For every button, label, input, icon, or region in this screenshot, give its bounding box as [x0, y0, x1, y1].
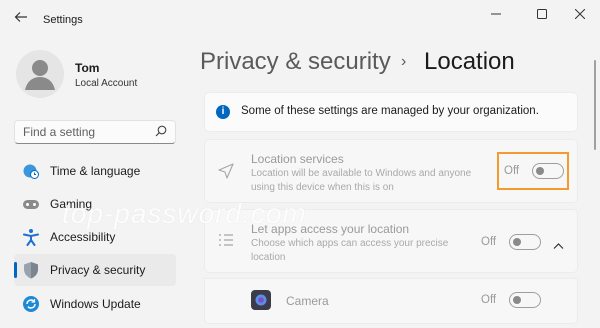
sync-icon [22, 295, 40, 313]
camera-title: Camera [286, 294, 329, 308]
info-icon: i [216, 105, 230, 119]
location-services-title: Location services [251, 152, 344, 166]
accessibility-icon [22, 228, 40, 246]
title-bar [0, 0, 600, 32]
breadcrumb-separator: › [401, 53, 407, 70]
maximize-button[interactable] [532, 6, 552, 24]
apps-access-description: Choose which apps can access your precis… [251, 238, 449, 263]
banner-text: Some of these settings are managed by yo… [241, 105, 539, 117]
camera-toggle-label: Off [481, 294, 497, 306]
sidebar-item-label: Privacy & security [50, 263, 146, 277]
maximize-icon [537, 6, 547, 24]
minimize-icon [491, 6, 501, 24]
sidebar-item-label: Time & language [50, 164, 141, 178]
avatar[interactable] [16, 50, 64, 98]
back-arrow-icon[interactable] [14, 10, 28, 22]
location-services-description: Location will be available to Windows an… [251, 168, 472, 193]
gamepad-icon [22, 195, 40, 213]
apps-access-toggle[interactable] [509, 234, 541, 250]
chevron-up-icon[interactable] [553, 237, 564, 255]
app-title: Settings [43, 14, 83, 26]
camera-app-icon [251, 290, 271, 315]
camera-toggle[interactable] [509, 292, 541, 308]
search-placeholder: Find a setting [23, 125, 96, 139]
breadcrumb-parent[interactable]: Privacy & security [200, 48, 391, 76]
sidebar-item-time-language[interactable]: Time & language [14, 155, 176, 187]
apps-access-toggle-label: Off [481, 236, 497, 248]
scrollbar[interactable] [594, 60, 596, 150]
list-icon [218, 233, 234, 252]
sidebar-item-label: Accessibility [50, 230, 116, 244]
search-input[interactable]: Find a setting [14, 120, 176, 144]
search-icon [155, 125, 167, 140]
close-button[interactable] [570, 6, 590, 24]
user-name: Tom [75, 61, 100, 75]
sidebar-item-privacy-security[interactable]: Privacy & security [14, 254, 176, 286]
sidebar-item-label: Windows Update [50, 297, 141, 311]
close-icon [574, 6, 586, 24]
watermark: top-password.com [62, 198, 307, 229]
account-type: Local Account [75, 78, 138, 89]
highlight-box [497, 152, 569, 190]
location-arrow-icon [218, 163, 234, 184]
shield-icon [22, 261, 40, 279]
sidebar-item-windows-update[interactable]: Windows Update [14, 288, 176, 320]
globe-clock-icon [22, 162, 40, 180]
page-title: Location [424, 48, 515, 75]
selection-indicator [14, 262, 17, 278]
minimize-button[interactable] [486, 6, 506, 24]
